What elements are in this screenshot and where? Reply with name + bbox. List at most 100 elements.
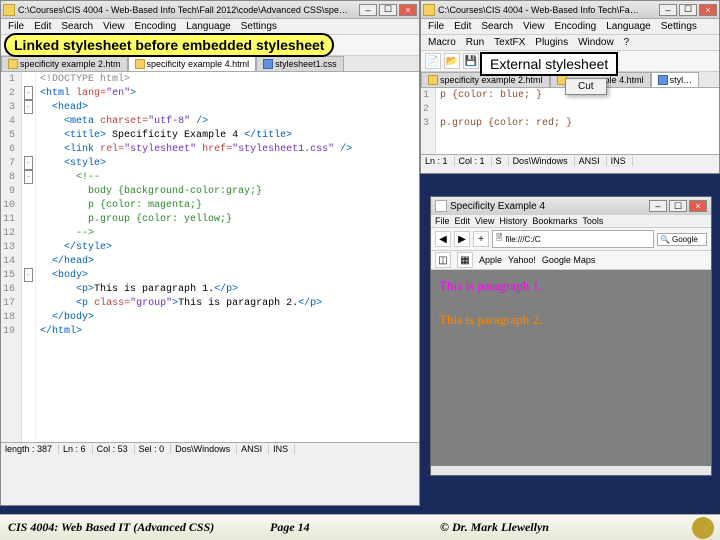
tab-file-icon <box>263 59 273 69</box>
menu-language[interactable]: Language <box>183 20 234 33</box>
menu-search[interactable]: Search <box>478 20 516 33</box>
menu-edit[interactable]: Edit <box>451 20 474 33</box>
search-engine-label: Google <box>672 235 698 244</box>
bookmark-item[interactable]: Apple <box>479 255 502 265</box>
magnifier-icon: 🔍 <box>660 235 670 244</box>
menu-file[interactable]: File <box>425 20 447 33</box>
folder-icon <box>3 4 15 16</box>
annotation-external-stylesheet: External stylesheet <box>480 52 618 76</box>
line-number-gutter: 12345678910111213141516171819 <box>1 72 22 442</box>
menu-view[interactable]: View <box>520 20 548 33</box>
new-file-icon[interactable]: 📄 <box>425 53 441 69</box>
browser-title-text: Specificity Example 4 <box>450 201 649 212</box>
menu-?[interactable]: ? <box>621 36 633 49</box>
tab-label: specificity example 4.html <box>147 59 250 69</box>
footer-page: Page 14 <box>270 520 440 535</box>
fold-column[interactable]: ----- <box>22 72 36 442</box>
browser-window: Specificity Example 4 – ☐ × File Edit View… <box>430 196 712 476</box>
status-encoding: ANSI <box>579 156 607 166</box>
titlebar[interactable]: C:\Courses\CIS 4004 - Web-Based Info Tec… <box>1 1 419 19</box>
code-text[interactable]: <!DOCTYPE html><html lang="en"> <head> <… <box>36 72 419 442</box>
close-button[interactable]: × <box>699 4 717 16</box>
close-button[interactable]: × <box>399 4 417 16</box>
add-tab-icon[interactable]: + <box>473 231 489 247</box>
open-icon[interactable]: 📂 <box>444 53 460 69</box>
status-mode: INS <box>611 156 633 166</box>
menu-view[interactable]: View <box>100 20 128 33</box>
tabbar: specificity example 2.htm specificity exa… <box>1 56 419 72</box>
code-editor[interactable]: 123 p {color: blue; }p.group {color: red… <box>421 88 719 154</box>
menu-edit[interactable]: Edit <box>31 20 54 33</box>
status-format: Dos\Windows <box>175 444 237 454</box>
status-line: Ln : 6 <box>63 444 93 454</box>
code-editor[interactable]: 12345678910111213141516171819 ----- <!DO… <box>1 72 419 442</box>
bookmark-item[interactable]: Yahoo! <box>508 255 536 265</box>
window-title: C:\Courses\CIS 4004 - Web-Based Info Tec… <box>438 5 659 15</box>
maximize-button[interactable]: ☐ <box>669 200 687 212</box>
status-sel: Sel : 0 <box>139 444 172 454</box>
back-icon[interactable]: ◀ <box>435 231 451 247</box>
bookmark-bar: ◫ ▦ Apple Yahoo! Google Maps <box>431 251 711 270</box>
menu-settings[interactable]: Settings <box>238 20 280 33</box>
maximize-button[interactable]: ☐ <box>679 4 697 16</box>
file-icon: 🗎 <box>496 232 502 246</box>
tab-label: specificity example 2.htm <box>20 59 121 69</box>
tab-file-icon <box>658 75 668 85</box>
slide-footer: CIS 4004: Web Based IT (Advanced CSS) Pa… <box>0 514 720 540</box>
menu-plugins[interactable]: Plugins <box>532 36 571 49</box>
footer-author: © Dr. Mark Llewellyn <box>440 520 692 535</box>
menu-encoding[interactable]: Encoding <box>132 20 180 33</box>
minimize-button[interactable]: – <box>659 4 677 16</box>
tab[interactable]: specificity example 4.html <box>128 56 257 71</box>
menu-encoding[interactable]: Encoding <box>552 20 600 33</box>
bookmark-item[interactable]: Google Maps <box>542 255 596 265</box>
menu-tools[interactable]: Tools <box>582 216 603 226</box>
menu-macro[interactable]: Macro <box>425 36 459 49</box>
folder-icon <box>423 4 435 16</box>
address-bar[interactable]: 🗎file:///C:/C <box>492 230 654 248</box>
menu-file[interactable]: File <box>435 216 450 226</box>
apps-icon[interactable]: ▦ <box>457 252 473 268</box>
search-box[interactable]: 🔍Google <box>657 233 707 246</box>
maximize-button[interactable]: ☐ <box>379 4 397 16</box>
close-button[interactable]: × <box>689 200 707 212</box>
browser-viewport: This is paragraph 1. This is paragraph 2… <box>431 270 711 466</box>
tab[interactable]: specificity example 2.htm <box>1 56 128 71</box>
tab[interactable]: styl… <box>651 72 700 87</box>
titlebar[interactable]: C:\Courses\CIS 4004 - Web-Based Info Tec… <box>421 1 719 19</box>
paragraph-1: This is paragraph 1. <box>439 278 703 294</box>
status-mode: INS <box>273 444 295 454</box>
bookmark-icon[interactable]: ◫ <box>435 252 451 268</box>
menu-textfx[interactable]: TextFX <box>491 36 528 49</box>
menu-bookmarks[interactable]: Bookmarks <box>532 216 577 226</box>
menu-run[interactable]: Run <box>463 36 487 49</box>
forward-icon[interactable]: ▶ <box>454 231 470 247</box>
code-text[interactable]: p {color: blue; }p.group {color: red; } <box>436 88 719 154</box>
tab[interactable]: stylesheet1.css <box>256 56 344 71</box>
browser-menubar: File Edit View History Bookmarks Tools <box>431 215 711 228</box>
tab-file-icon <box>428 75 438 85</box>
menu-file[interactable]: File <box>5 20 27 33</box>
tab-label: specificity example 2.html <box>440 75 543 85</box>
minimize-button[interactable]: – <box>359 4 377 16</box>
browser-toolbar: ◀ ▶ + 🗎file:///C:/C 🔍Google <box>431 228 711 251</box>
menu-window[interactable]: Window <box>575 36 617 49</box>
menu-edit[interactable]: Edit <box>455 216 471 226</box>
tab-file-icon <box>135 59 145 69</box>
menu-settings[interactable]: Settings <box>658 20 700 33</box>
menu-language[interactable]: Language <box>603 20 654 33</box>
context-menu-cut[interactable]: Cut <box>565 78 607 95</box>
footer-course: CIS 4004: Web Based IT (Advanced CSS) <box>0 520 270 535</box>
tab-label: styl… <box>670 75 693 85</box>
menu-view[interactable]: View <box>475 216 494 226</box>
address-text: file:///C:/C <box>505 235 540 244</box>
status-format: Dos\Windows <box>513 156 575 166</box>
browser-titlebar[interactable]: Specificity Example 4 – ☐ × <box>431 197 711 215</box>
paragraph-2: This is paragraph 2. <box>439 312 703 328</box>
save-icon[interactable]: 💾 <box>463 53 479 69</box>
status-s: S <box>496 156 509 166</box>
menu-search[interactable]: Search <box>58 20 96 33</box>
menu-history[interactable]: History <box>499 216 527 226</box>
status-line: Ln : 1 <box>425 156 455 166</box>
minimize-button[interactable]: – <box>649 200 667 212</box>
